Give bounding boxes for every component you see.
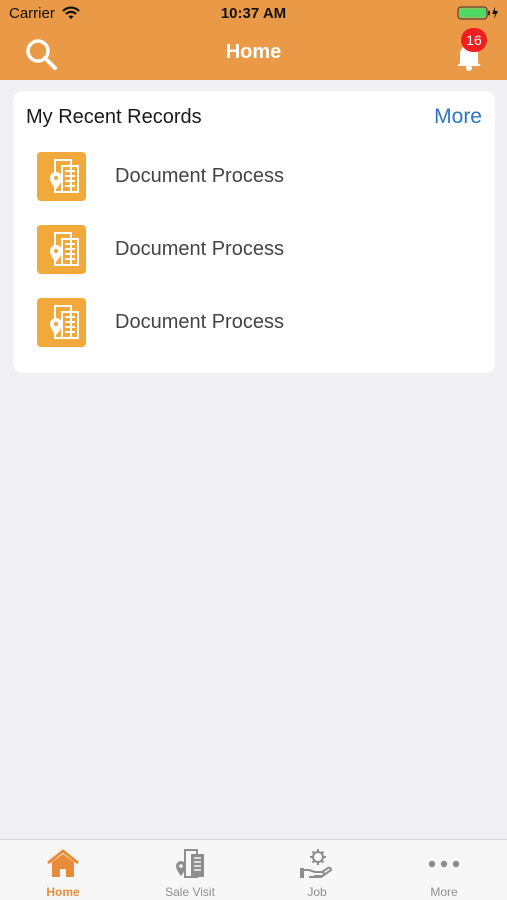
building-location-icon — [176, 849, 204, 878]
recent-record-label: Document Process — [115, 165, 284, 187]
status-bar: Carrier 10:37 AM — [0, 0, 507, 28]
tab-job-label: Job — [307, 885, 327, 899]
tab-home[interactable]: Home — [0, 840, 126, 900]
nav-bar: Home — [0, 28, 507, 80]
recent-record-item[interactable]: Document Process — [13, 225, 495, 285]
tab-more-label: More — [430, 885, 458, 899]
home-icon — [47, 849, 79, 877]
recent-records-more-link[interactable]: More — [434, 105, 482, 129]
app-header: Carrier 10:37 AM Home — [0, 0, 507, 80]
notification-badge: 16 — [461, 28, 487, 52]
tab-more[interactable]: More — [381, 840, 507, 900]
tab-home-label: Home — [46, 885, 80, 899]
building-location-icon — [37, 152, 86, 201]
tab-sale-visit-label: Sale Visit — [165, 885, 215, 899]
building-location-icon — [37, 225, 86, 274]
tab-job[interactable]: Job — [254, 840, 380, 900]
recent-record-item[interactable]: Document Process — [13, 298, 495, 358]
hand-gear-icon — [300, 849, 332, 878]
recent-record-item[interactable]: Document Process — [13, 152, 495, 212]
page-title: Home — [225, 41, 282, 63]
tab-bar: Home Sale Visit Job More — [0, 839, 507, 900]
recent-records-title: My Recent Records — [26, 106, 202, 128]
recent-record-label: Document Process — [115, 311, 284, 333]
tab-sale-visit[interactable]: Sale Visit — [127, 840, 253, 900]
building-location-icon — [37, 298, 86, 347]
status-time: 10:37 AM — [220, 5, 287, 22]
recent-record-label: Document Process — [115, 238, 284, 260]
battery-icon — [457, 6, 498, 20]
more-dots-icon — [428, 860, 460, 868]
recent-records-card: My Recent Records More Document Process … — [13, 91, 495, 373]
